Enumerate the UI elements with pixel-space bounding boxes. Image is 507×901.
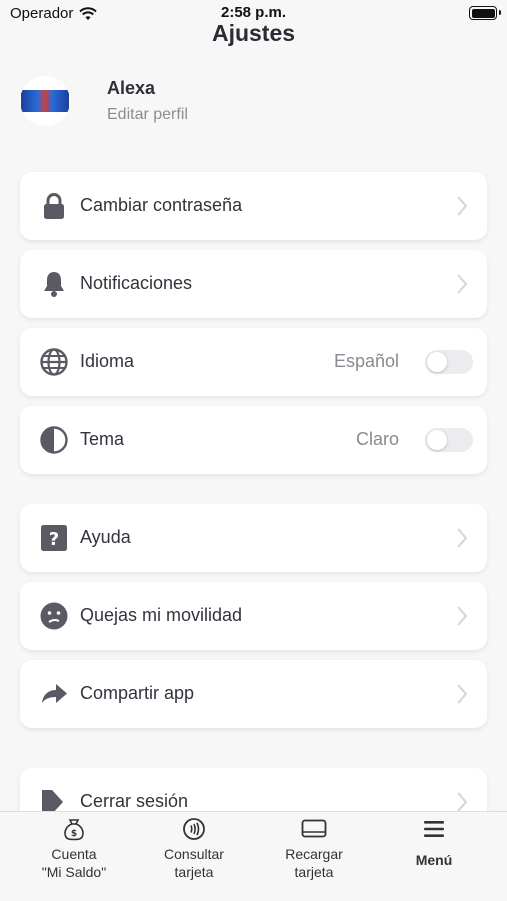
notifications-label: Notificaciones (80, 273, 193, 293)
tab-menu[interactable]: Menú (371, 812, 497, 901)
chevron-right-icon (457, 684, 468, 704)
share-icon (42, 684, 67, 703)
page-title: Ajustes (211, 20, 296, 46)
battery-icon (469, 6, 497, 20)
language-row[interactable]: Idioma Español (20, 328, 487, 396)
logout-label: Cerrar sesión (80, 791, 189, 811)
card-icon (301, 819, 327, 838)
toggle-knob (427, 352, 447, 372)
tab-recharge-card-label: Recargar tarjeta (285, 846, 343, 880)
language-toggle[interactable] (425, 350, 473, 374)
theme-row[interactable]: Tema Claro (20, 406, 487, 474)
theme-toggle[interactable] (425, 428, 473, 452)
sad-face-icon (40, 602, 68, 630)
chevron-right-icon (457, 528, 468, 548)
complaints-row[interactable]: Quejas mi movilidad (20, 582, 487, 650)
tab-account-label: Cuenta "Mi Saldo" (41, 846, 107, 880)
tab-account[interactable]: $ Cuenta "Mi Saldo" (11, 812, 137, 901)
money-bag-icon: $ (64, 819, 84, 841)
clock: 2:58 p.m. (220, 4, 287, 21)
tab-check-card[interactable]: Consultar tarjeta (131, 812, 257, 901)
avatar[interactable] (20, 76, 70, 126)
tab-bar: $ Cuenta "Mi Saldo" Consultar tarjeta Re… (0, 811, 507, 901)
language-value: Español (333, 351, 399, 371)
contrast-icon (40, 426, 68, 454)
help-label: Ayuda (80, 527, 131, 547)
profile-name: Alexa (107, 78, 156, 98)
profile-header[interactable]: Alexa Editar perfil (20, 74, 490, 128)
complaints-label: Quejas mi movilidad (80, 605, 243, 625)
tab-menu-label: Menú (415, 852, 453, 868)
contactless-icon (183, 818, 205, 840)
theme-label: Tema (80, 429, 125, 449)
toggle-knob (427, 430, 447, 450)
language-label: Idioma (80, 351, 135, 371)
help-icon: ? (41, 525, 67, 551)
notifications-row[interactable]: Notificaciones (20, 250, 487, 318)
chevron-right-icon (457, 196, 468, 216)
globe-icon (40, 348, 68, 376)
tab-recharge-card[interactable]: Recargar tarjeta (251, 812, 377, 901)
svg-text:?: ? (49, 529, 59, 550)
change-password-row[interactable]: Cambiar contraseña (20, 172, 487, 240)
chevron-right-icon (457, 274, 468, 294)
chevron-right-icon (457, 606, 468, 626)
edit-profile-link[interactable]: Editar perfil (107, 106, 188, 124)
change-password-label: Cambiar contraseña (80, 195, 243, 215)
avatar-image (21, 90, 69, 112)
share-app-label: Compartir app (80, 683, 195, 703)
hamburger-icon (424, 821, 444, 837)
lock-icon (44, 193, 64, 219)
svg-text:$: $ (71, 829, 77, 839)
bell-icon (44, 272, 64, 297)
theme-value: Claro (355, 429, 399, 449)
tab-check-card-label: Consultar tarjeta (164, 846, 224, 880)
share-app-row[interactable]: Compartir app (20, 660, 487, 728)
help-row[interactable]: ? Ayuda (20, 504, 487, 572)
